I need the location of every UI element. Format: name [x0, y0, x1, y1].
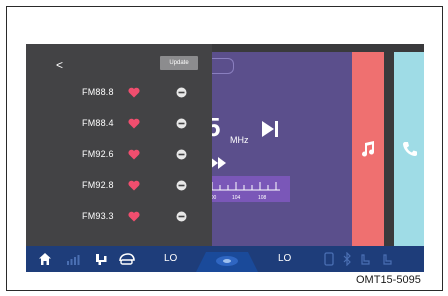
fan-icon[interactable]	[196, 246, 258, 272]
heart-icon[interactable]	[128, 87, 140, 98]
music-tile[interactable]	[352, 52, 384, 246]
minus-circle-icon[interactable]	[176, 211, 187, 222]
seat-icon[interactable]	[94, 252, 108, 266]
music-note-icon	[362, 141, 375, 157]
infotainment-screen: 5 MHz 100 104 108 < Update FM88.8 FM88.4…	[26, 44, 424, 272]
signal-icon	[67, 255, 80, 265]
status-bar: LO LO	[26, 246, 424, 272]
favorite-station-label: FM88.8	[82, 87, 114, 97]
heart-icon[interactable]	[128, 149, 140, 160]
favorite-item[interactable]: FM92.8	[26, 175, 212, 206]
bluetooth-icon	[343, 252, 351, 266]
favorite-station-label: FM92.8	[82, 180, 114, 190]
minus-circle-icon[interactable]	[176, 87, 187, 98]
tuner-scale[interactable]: 100 104 108	[206, 176, 290, 202]
radio-panel: 5 MHz 100 104 108	[206, 52, 364, 246]
favorite-station-label: FM93.3	[82, 211, 114, 221]
figure-code: OMT15-5095	[356, 274, 421, 286]
heart-icon[interactable]	[128, 211, 140, 222]
favorite-station-label: FM92.6	[82, 149, 114, 159]
minus-circle-icon[interactable]	[176, 118, 187, 129]
recirculation-icon[interactable]	[118, 252, 136, 266]
minus-circle-icon[interactable]	[176, 180, 187, 191]
tuner-tick-label: 104	[232, 195, 241, 201]
left-temperature[interactable]: LO	[164, 253, 177, 264]
next-track-icon[interactable]	[258, 118, 282, 140]
home-icon[interactable]	[38, 252, 52, 266]
favorite-item[interactable]: FM93.3	[26, 206, 212, 237]
heart-icon[interactable]	[128, 180, 140, 191]
favorite-station-label: FM88.4	[82, 118, 114, 128]
favorites-panel: < Update FM88.8 FM88.4 FM92.6 FM92.8 FM9…	[26, 44, 212, 246]
back-button[interactable]: <	[56, 58, 63, 72]
seat-heat-right-icon[interactable]	[382, 252, 394, 266]
tuner-ticks: 100 104 108	[208, 182, 280, 201]
update-button[interactable]: Update	[160, 56, 198, 70]
minus-circle-icon[interactable]	[176, 149, 187, 160]
frequency-unit: MHz	[230, 135, 249, 145]
heart-icon[interactable]	[128, 118, 140, 129]
phone-tile[interactable]	[394, 52, 424, 246]
seat-heat-left-icon[interactable]	[360, 252, 372, 266]
favorite-item[interactable]: FM88.8	[26, 82, 212, 113]
right-temperature[interactable]: LO	[278, 253, 291, 264]
phone-status-icon	[324, 252, 334, 266]
fast-forward-icon[interactable]	[210, 156, 228, 170]
favorite-item[interactable]: FM92.6	[26, 144, 212, 175]
phone-icon	[403, 142, 417, 156]
tuner-tick-label: 108	[258, 195, 267, 201]
favorite-item[interactable]: FM88.4	[26, 113, 212, 144]
favorites-list: FM88.8 FM88.4 FM92.6 FM92.8 FM93.3	[26, 82, 212, 237]
